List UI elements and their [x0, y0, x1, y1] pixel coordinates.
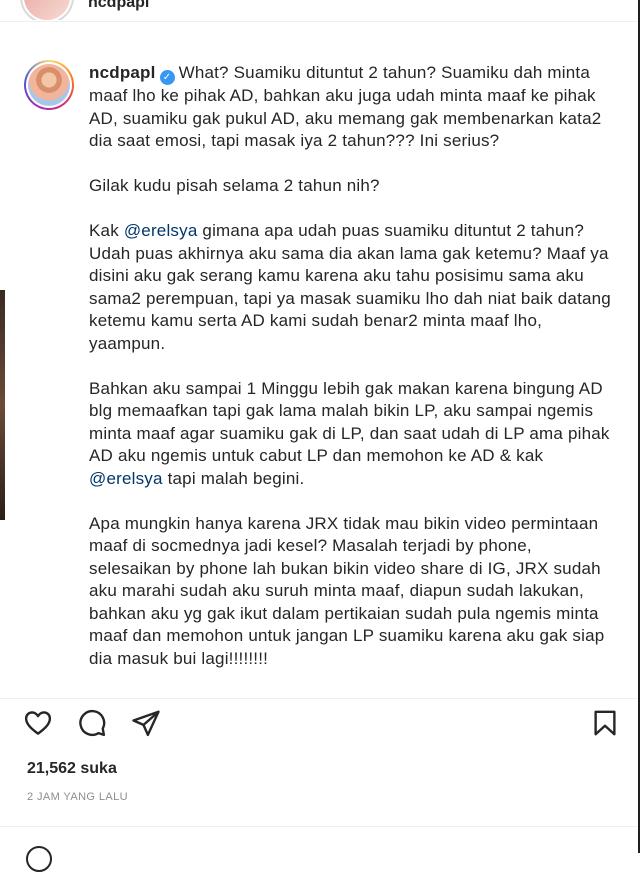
emoji-icon[interactable] — [26, 846, 52, 872]
background-image-edge — [0, 290, 5, 520]
divider — [0, 21, 638, 22]
share-icon[interactable] — [131, 708, 161, 738]
comment-icon[interactable] — [77, 708, 107, 738]
caption-paragraph-1: ncdpapl ✓ What? Suamiku dituntut 2 tahun? … — [89, 62, 619, 153]
caption-paragraph-4: Bahkan aku sampai 1 Minggu lebih gak mak… — [89, 378, 610, 488]
username-link[interactable]: ncdpapl — [89, 63, 156, 82]
bookmark-icon[interactable] — [590, 708, 620, 738]
verified-badge-icon: ✓ — [159, 70, 175, 85]
avatar-photo — [28, 64, 70, 106]
post-caption: ncdpapl ✓ What? Suamiku dituntut 2 tahun? … — [89, 62, 619, 693]
mention-link[interactable]: @erelsya — [89, 469, 163, 488]
post-timestamp[interactable]: 2 JAM YANG LALU — [27, 791, 128, 803]
heart-icon[interactable] — [23, 708, 53, 738]
previous-username[interactable]: ncdpapl — [88, 0, 149, 12]
mention-link[interactable]: @erelsya — [124, 221, 198, 240]
previous-avatar[interactable] — [24, 0, 70, 20]
caption-paragraph-5: Apa mungkin hanya karena JRX tidak mau b… — [89, 513, 605, 668]
divider — [0, 698, 638, 699]
caption-paragraph-2: Gilak kudu pisah selama 2 tahun nih? — [89, 176, 380, 195]
like-count[interactable]: 21,562 suka — [27, 760, 117, 778]
caption-paragraph-3: Kak @erelsya gimana apa udah puas suamik… — [89, 221, 611, 353]
avatar[interactable] — [24, 60, 74, 110]
previous-post-header: ncdpapl — [0, 0, 638, 20]
divider — [0, 826, 638, 827]
